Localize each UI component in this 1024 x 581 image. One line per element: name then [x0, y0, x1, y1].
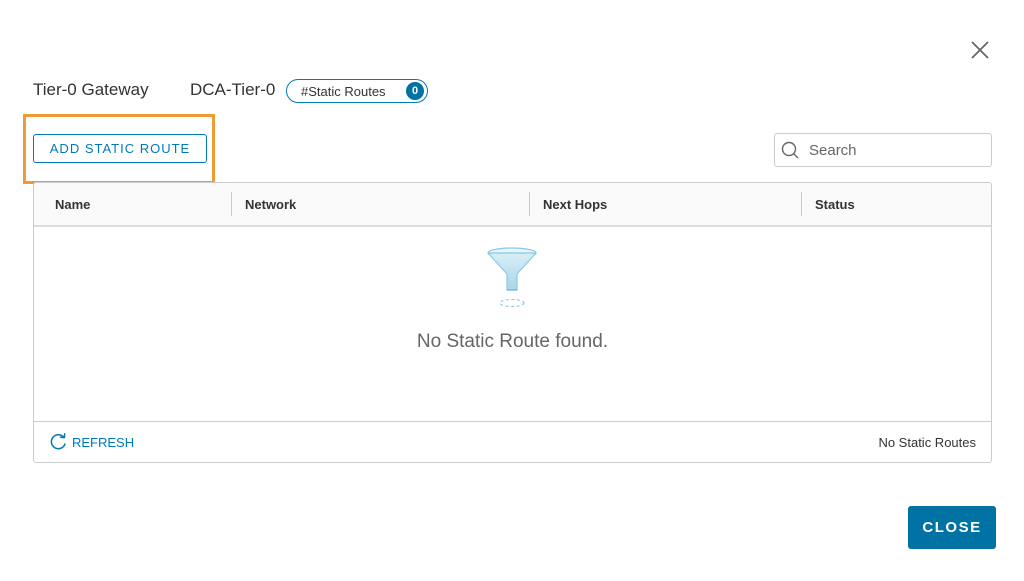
refresh-button[interactable]: REFRESH — [48, 432, 134, 452]
column-header-status[interactable]: Status — [801, 183, 991, 225]
gateway-name: DCA-Tier-0 — [190, 80, 276, 99]
refresh-icon — [50, 433, 66, 450]
footer-item-count: No Static Routes — [878, 434, 976, 450]
static-routes-pill[interactable]: #Static Routes 0 — [286, 79, 428, 103]
add-static-route-button[interactable]: ADD STATIC ROUTE — [33, 134, 207, 163]
refresh-label: REFRESH — [72, 434, 135, 450]
empty-state-message: No Static Route found. — [416, 331, 609, 352]
static-routes-pill-label: #Static Routes — [301, 83, 386, 99]
search-input[interactable] — [809, 141, 979, 159]
static-routes-grid: Name Network Next Hops Status No Static … — [33, 182, 992, 463]
column-header-name[interactable]: Name — [34, 183, 231, 225]
static-routes-count-badge: 0 — [406, 82, 424, 100]
close-icon[interactable] — [968, 38, 992, 62]
column-header-next-hops[interactable]: Next Hops — [529, 183, 801, 225]
search-icon — [781, 141, 799, 159]
gateway-type-label: Tier-0 Gateway — [33, 80, 149, 99]
grid-body: No Static Route found. — [34, 227, 991, 421]
filter-icon — [487, 247, 537, 308]
column-header-network[interactable]: Network — [231, 183, 529, 225]
grid-footer: REFRESH No Static Routes — [34, 421, 991, 462]
search-field[interactable] — [774, 133, 992, 167]
grid-header: Name Network Next Hops Status — [34, 183, 991, 227]
close-button[interactable]: CLOSE — [908, 506, 996, 549]
